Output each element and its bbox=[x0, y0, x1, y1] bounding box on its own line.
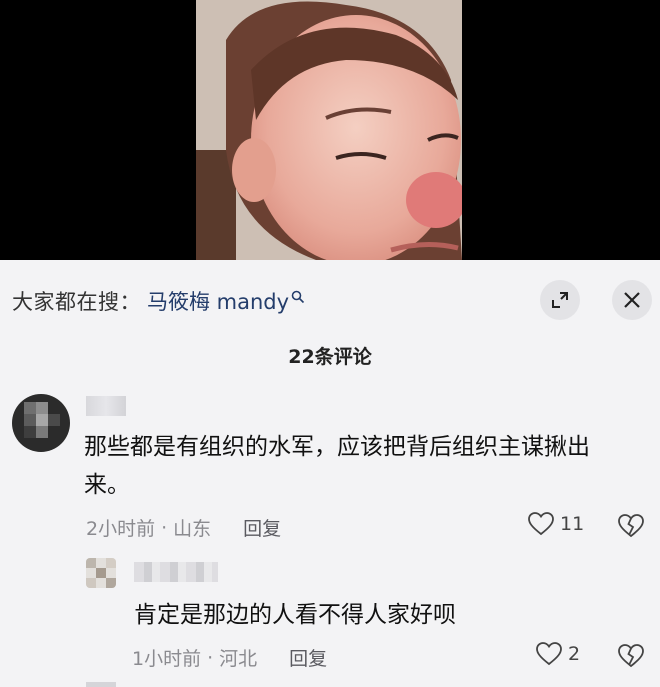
reply-text: 肯定是那边的人看不得人家好呗 bbox=[134, 602, 456, 628]
video-player[interactable] bbox=[0, 0, 660, 260]
comment-count: 22条评论 bbox=[288, 346, 372, 368]
comment-text-line: 那些都是有组织的水军，应该把背后组织主谋揪出 bbox=[84, 434, 590, 460]
dislike-button[interactable] bbox=[618, 514, 644, 542]
like-count: 11 bbox=[560, 513, 585, 535]
comment-sheet: 大家都在搜： 马筱梅 mandy 22条评论 那些都是有组织的水军，应该把背后组… bbox=[0, 260, 660, 687]
comment-time: 2小时前 bbox=[86, 518, 156, 540]
comment-text: 那些都是有组织的水军，应该把背后组织主谋揪出 来。 bbox=[84, 428, 644, 504]
like-button[interactable]: 11 bbox=[528, 512, 584, 536]
reply-meta: 1小时前 · 河北 回复 bbox=[132, 644, 327, 671]
meta-separator: · bbox=[207, 646, 214, 669]
like-count: 2 bbox=[568, 643, 581, 665]
reply-like-button[interactable]: 2 bbox=[536, 642, 580, 666]
comment-location: 山东 bbox=[173, 518, 212, 540]
comment-meta: 2小时前 · 山东 回复 bbox=[86, 514, 281, 541]
close-button[interactable] bbox=[612, 280, 652, 320]
heart-icon bbox=[536, 642, 562, 666]
comment-text-line: 来。 bbox=[84, 472, 130, 498]
heart-icon bbox=[528, 512, 554, 536]
reply-button[interactable]: 回复 bbox=[289, 644, 327, 671]
broken-heart-icon bbox=[618, 644, 644, 668]
broken-heart-icon bbox=[618, 514, 644, 538]
video-frame bbox=[196, 0, 462, 260]
expand-icon bbox=[552, 292, 568, 308]
search-term-link[interactable]: 马筱梅 mandy bbox=[147, 286, 289, 316]
username-blurred[interactable] bbox=[86, 396, 126, 416]
close-icon bbox=[624, 292, 640, 308]
expand-button[interactable] bbox=[540, 280, 580, 320]
reply-button[interactable]: 回复 bbox=[243, 514, 281, 541]
reply-time: 1小时前 bbox=[132, 648, 202, 670]
search-icon[interactable] bbox=[291, 290, 305, 304]
meta-separator: · bbox=[161, 516, 168, 539]
reply-avatar[interactable] bbox=[86, 558, 116, 588]
avatar[interactable] bbox=[12, 394, 70, 452]
search-suggestion[interactable]: 大家都在搜： 马筱梅 mandy bbox=[12, 286, 305, 316]
reply-location: 河北 bbox=[219, 648, 258, 670]
reply-dislike-button[interactable] bbox=[618, 644, 644, 672]
search-prefix: 大家都在搜： bbox=[12, 290, 141, 314]
next-reply-blurred bbox=[86, 682, 116, 687]
reply-username-blurred[interactable] bbox=[134, 562, 218, 582]
